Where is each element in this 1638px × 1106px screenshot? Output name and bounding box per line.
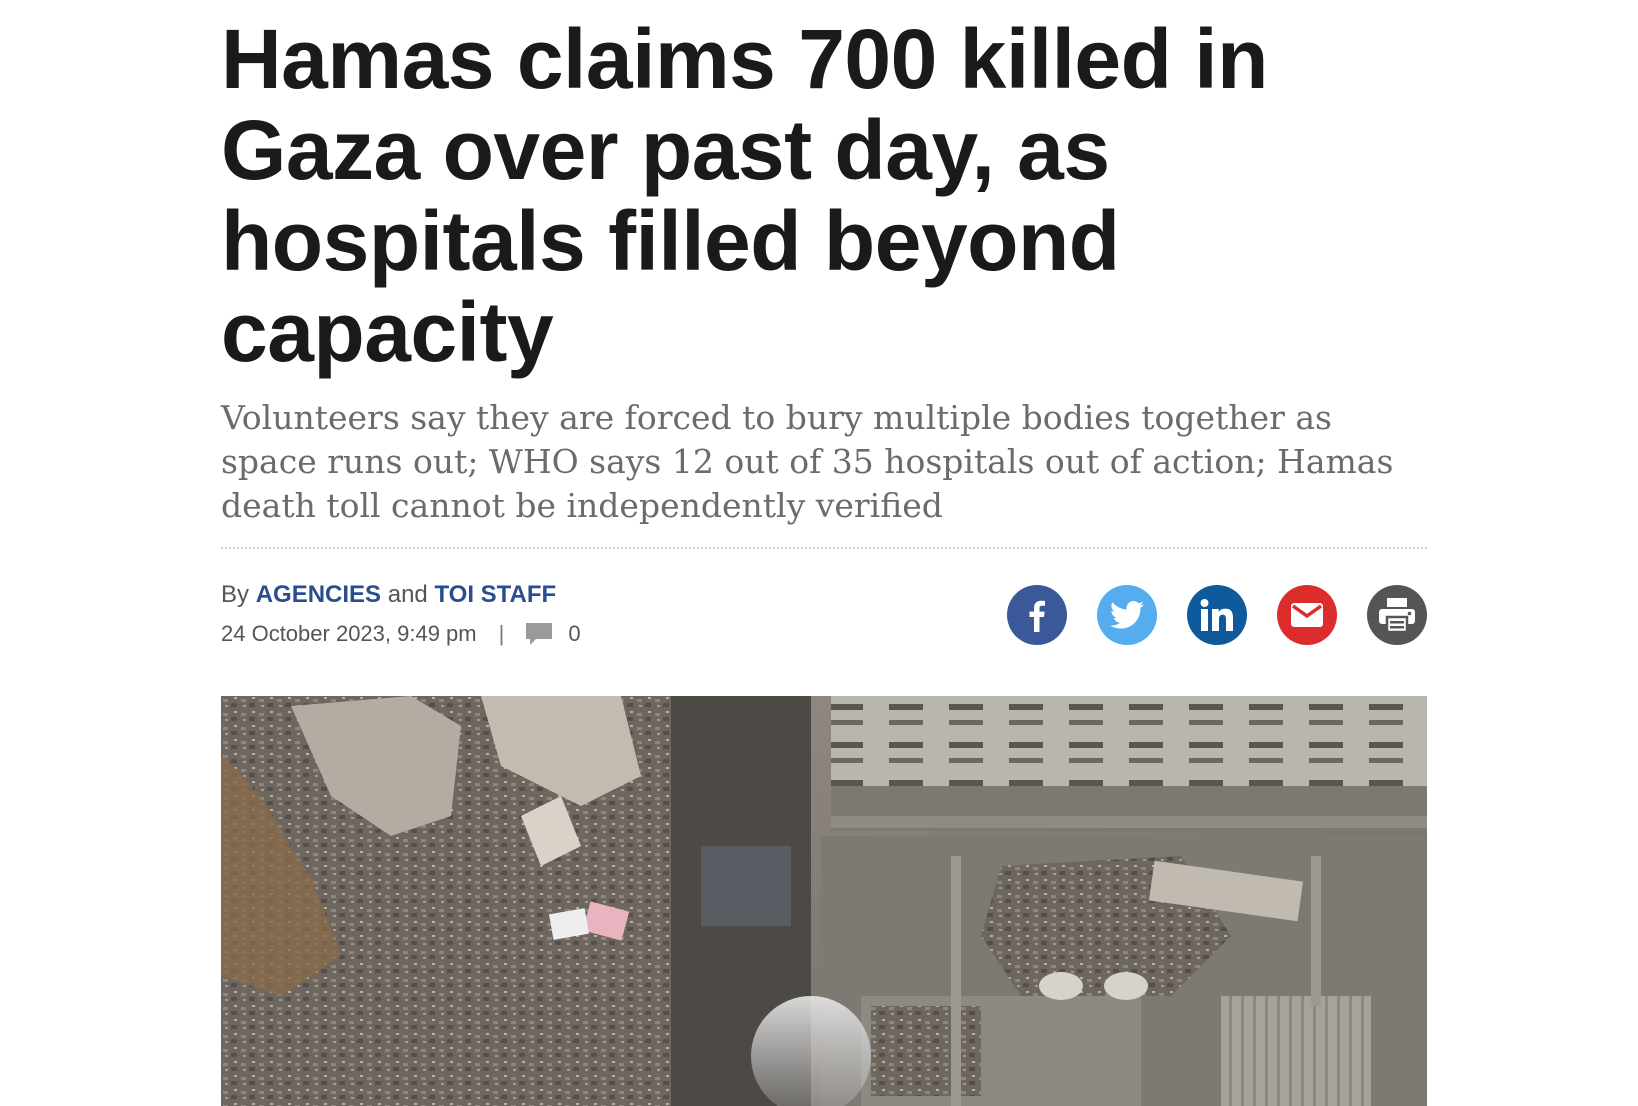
- print-icon: [1379, 598, 1415, 632]
- twitter-icon: [1110, 600, 1144, 630]
- dateline: 24 October 2023, 9:49 pm | 0: [221, 621, 581, 647]
- article-subhead: Volunteers say they are forced to bury m…: [221, 398, 1394, 525]
- article-meta: By AGENCIES and TOI STAFF 24 October 202…: [221, 557, 1427, 687]
- byline-joiner: and: [387, 581, 428, 608]
- publish-date: 24 October 2023, 9:49 pm: [221, 621, 477, 646]
- twitter-share-button[interactable]: [1097, 585, 1157, 645]
- comment-icon[interactable]: [526, 623, 553, 645]
- article: Hamas claims 700 killed in Gaza over pas…: [221, 0, 1427, 1106]
- linkedin-icon: [1200, 599, 1234, 631]
- article-photo: [221, 696, 1427, 1106]
- facebook-share-button[interactable]: [1007, 585, 1067, 645]
- linkedin-share-button[interactable]: [1187, 585, 1247, 645]
- email-icon: [1291, 603, 1323, 627]
- share-bar: [1007, 585, 1427, 645]
- author-link-toi-staff[interactable]: TOI STAFF: [434, 581, 556, 608]
- author-link-agencies[interactable]: AGENCIES: [256, 581, 381, 608]
- comment-count[interactable]: 0: [568, 621, 580, 647]
- byline-prefix: By: [221, 581, 250, 608]
- divider: [221, 547, 1427, 549]
- meta-separator: |: [498, 621, 505, 646]
- facebook-icon: [1022, 598, 1052, 632]
- print-button[interactable]: [1367, 585, 1427, 645]
- aerial-destruction-image: [221, 696, 1427, 1106]
- byline: By AGENCIES and TOI STAFF: [221, 581, 556, 609]
- email-share-button[interactable]: [1277, 585, 1337, 645]
- article-headline: Hamas claims 700 killed in Gaza over pas…: [221, 12, 1268, 379]
